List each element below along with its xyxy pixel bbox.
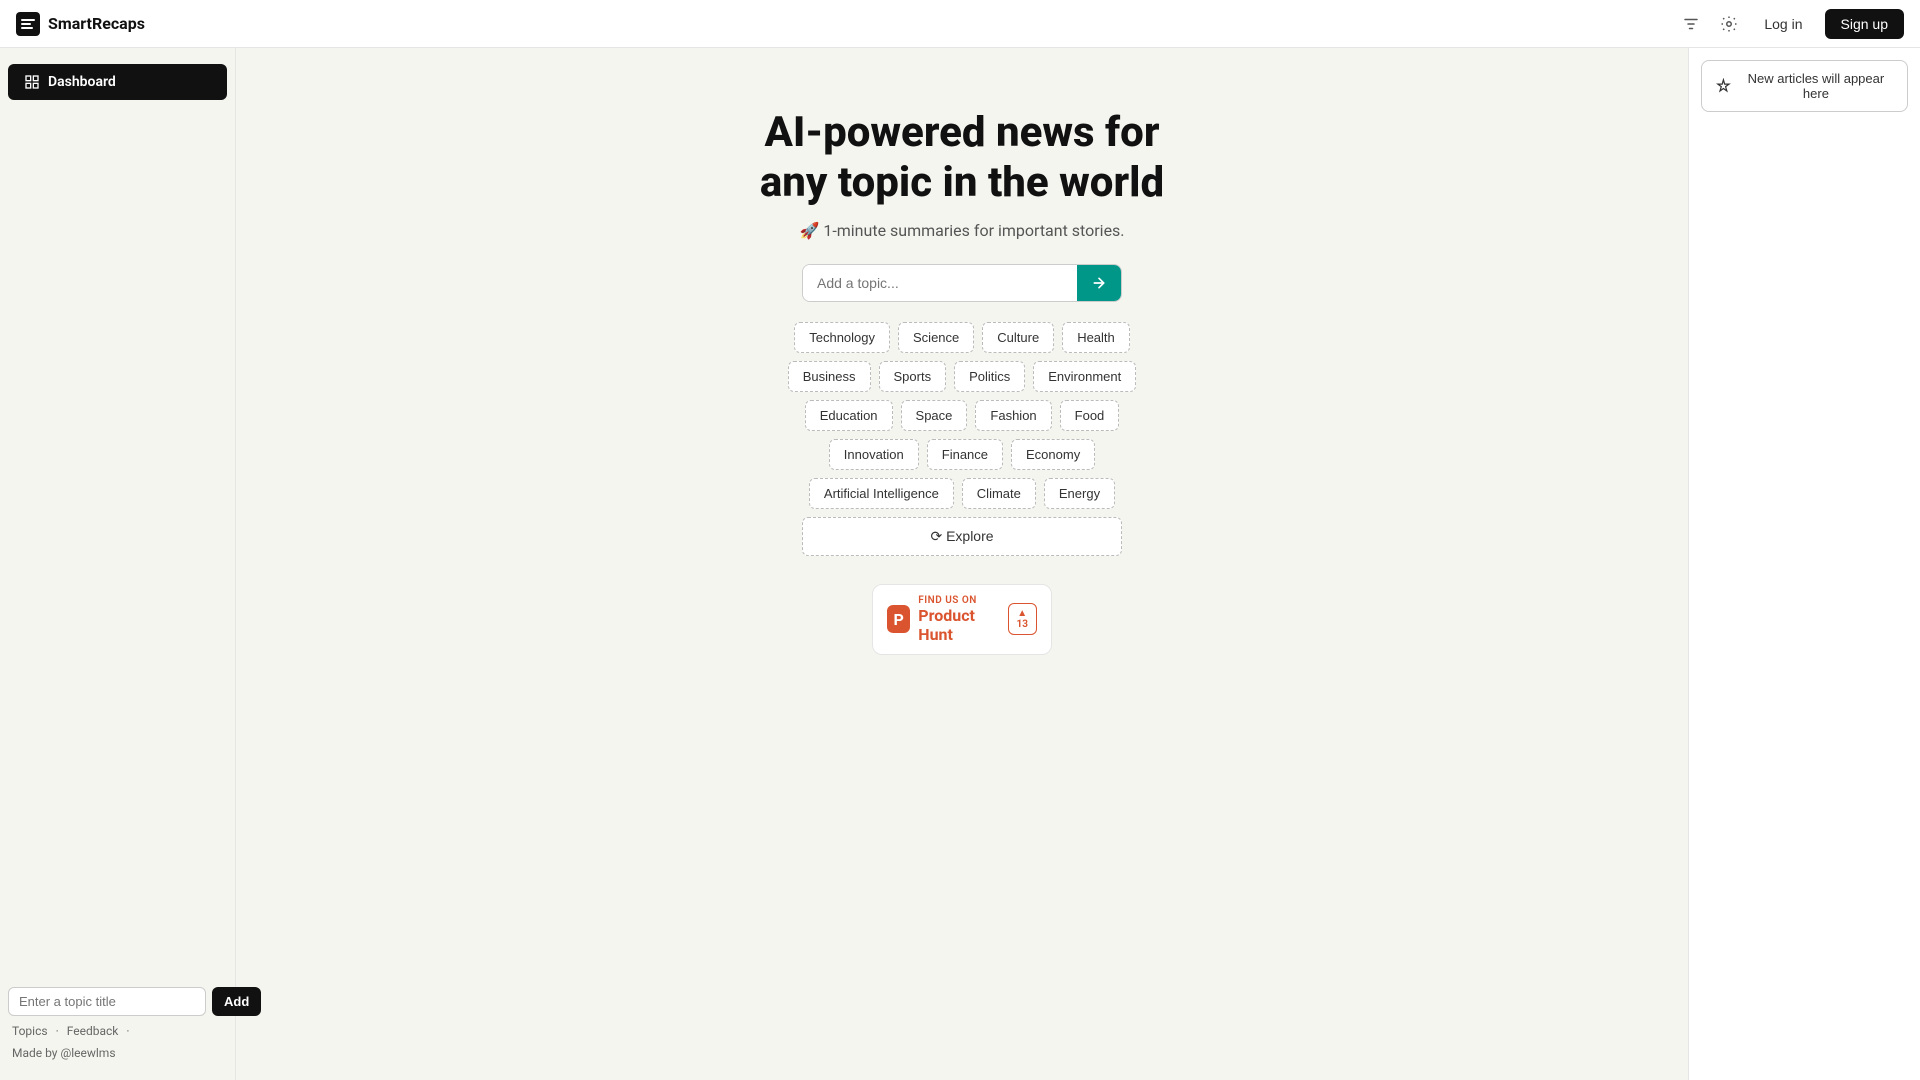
topics-row-1: Technology Science Culture Health — [802, 322, 1122, 353]
feedback-link[interactable]: Feedback — [67, 1024, 119, 1038]
topics-row-2: Business Sports Politics Environment — [802, 361, 1122, 392]
sidebar-bottom: Add Topics · Feedback · Made by @leewlms — [0, 987, 235, 1068]
topic-chip-innovation[interactable]: Innovation — [829, 439, 919, 470]
topic-search-input[interactable] — [803, 265, 1077, 301]
topic-chip-fashion[interactable]: Fashion — [975, 400, 1051, 431]
ph-left: P FIND US ON Product Hunt — [887, 595, 998, 644]
sidebar: Dashboard Add Topics · Feedback · Made b… — [0, 48, 236, 1080]
product-hunt-badge[interactable]: P FIND US ON Product Hunt ▲ 13 — [872, 584, 1052, 655]
topics-row-explore: ⟳ Explore — [802, 517, 1122, 556]
signup-button[interactable]: Sign up — [1825, 9, 1904, 39]
topic-chip-education[interactable]: Education — [805, 400, 893, 431]
explore-button[interactable]: ⟳ Explore — [802, 517, 1122, 556]
topic-chip-energy[interactable]: Energy — [1044, 478, 1115, 509]
made-by-link[interactable]: Made by @leewlms — [12, 1046, 116, 1060]
topic-chip-sports[interactable]: Sports — [879, 361, 947, 392]
topics-grid: Technology Science Culture Health Busine… — [802, 322, 1122, 556]
ph-upvote-arrow: ▲ — [1017, 608, 1027, 619]
topic-chip-environment[interactable]: Environment — [1033, 361, 1136, 392]
filter-button[interactable] — [1678, 11, 1704, 37]
new-articles-button[interactable]: New articles will appear here — [1701, 60, 1908, 112]
arrow-right-icon — [1091, 275, 1107, 291]
dashboard-label: Dashboard — [48, 74, 116, 90]
sidebar-top: Dashboard — [0, 60, 235, 104]
new-articles-text: New articles will appear here — [1739, 71, 1893, 101]
topic-chip-ai[interactable]: Artificial Intelligence — [809, 478, 954, 509]
sparkle-icon — [1716, 78, 1731, 94]
topics-link[interactable]: Topics — [12, 1024, 48, 1038]
topic-chip-food[interactable]: Food — [1060, 400, 1120, 431]
ph-name-text: Product Hunt — [918, 606, 997, 644]
topics-row-5: Artificial Intelligence Climate Energy — [802, 478, 1122, 509]
search-submit-button[interactable] — [1077, 265, 1121, 301]
topic-chip-science[interactable]: Science — [898, 322, 974, 353]
ph-text-block: FIND US ON Product Hunt — [918, 595, 997, 644]
login-button[interactable]: Log in — [1754, 10, 1812, 38]
sidebar-footer: Topics · Feedback · Made by @leewlms — [8, 1024, 227, 1060]
topic-title-input[interactable] — [8, 987, 206, 1016]
ph-upvote-button[interactable]: ▲ 13 — [1008, 603, 1037, 635]
right-panel: New articles will appear here — [1688, 48, 1920, 1080]
filter-icon — [1682, 15, 1700, 33]
layout: Dashboard Add Topics · Feedback · Made b… — [0, 48, 1920, 1080]
topic-chip-finance[interactable]: Finance — [927, 439, 1003, 470]
dashboard-icon — [24, 74, 40, 90]
ph-upvote-count: 13 — [1017, 619, 1028, 630]
topics-row-3: Education Space Fashion Food — [802, 400, 1122, 431]
topic-chip-technology[interactable]: Technology — [794, 322, 890, 353]
settings-icon — [1720, 15, 1738, 33]
header-right: Log in Sign up — [1678, 9, 1904, 39]
topic-chip-climate[interactable]: Climate — [962, 478, 1036, 509]
hero-title: AI-powered news forany topic in the worl… — [760, 108, 1164, 209]
logo-text: SmartRecaps — [48, 14, 145, 33]
topic-chip-politics[interactable]: Politics — [954, 361, 1025, 392]
ph-find-us-text: FIND US ON — [918, 595, 997, 606]
logo-icon — [16, 12, 40, 36]
topic-input-area: Add — [8, 987, 227, 1016]
topic-chip-space[interactable]: Space — [901, 400, 968, 431]
logo: SmartRecaps — [16, 12, 145, 36]
header: SmartRecaps Log in Sign up — [0, 0, 1920, 48]
hero-subtitle: 🚀 1-minute summaries for important stori… — [799, 221, 1124, 240]
search-bar — [802, 264, 1122, 302]
topic-chip-economy[interactable]: Economy — [1011, 439, 1095, 470]
topics-row-4: Innovation Finance Economy — [802, 439, 1122, 470]
settings-button[interactable] — [1716, 11, 1742, 37]
topic-chip-health[interactable]: Health — [1062, 322, 1130, 353]
topic-chip-culture[interactable]: Culture — [982, 322, 1054, 353]
main-content: AI-powered news forany topic in the worl… — [236, 48, 1688, 1080]
ph-logo-icon: P — [887, 605, 910, 633]
topic-chip-business[interactable]: Business — [788, 361, 871, 392]
sidebar-item-dashboard[interactable]: Dashboard — [8, 64, 227, 100]
